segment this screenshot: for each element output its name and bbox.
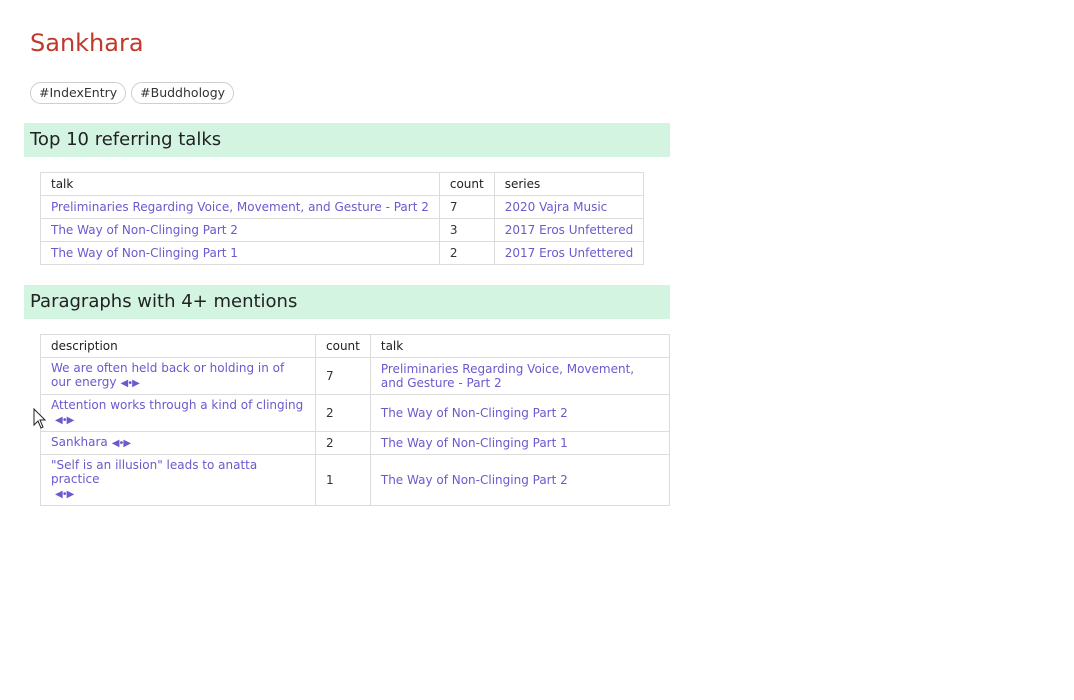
table-row: We are often held back or holding in of … (40, 357, 671, 395)
column-header-description[interactable]: description (40, 334, 316, 358)
series-link[interactable]: 2020 Vajra Music (505, 200, 608, 214)
tag-buddhology[interactable]: #Buddhology (131, 82, 235, 104)
table-header-row: description count talk (40, 334, 671, 358)
table-header-row: talk count series (40, 172, 645, 196)
paragraph-nav-icon[interactable]: ◀•▶ (55, 415, 74, 426)
table-row: The Way of Non-Clinging Part 2 3 2017 Er… (40, 218, 645, 242)
paragraph-link[interactable]: "Self is an illusion" leads to anatta pr… (51, 458, 257, 486)
paragraph-nav-icon[interactable]: ◀•▶ (121, 378, 140, 389)
talk-link[interactable]: The Way of Non-Clinging Part 1 (51, 246, 238, 260)
talk-link[interactable]: The Way of Non-Clinging Part 1 (381, 436, 568, 450)
page: Sankhara #IndexEntry #Buddhology Top 10 … (24, 0, 671, 506)
mouse-cursor-icon (33, 408, 47, 429)
paragraph-link[interactable]: Sankhara (51, 435, 108, 449)
talk-link[interactable]: The Way of Non-Clinging Part 2 (51, 223, 238, 237)
table-row: Preliminaries Regarding Voice, Movement,… (40, 195, 645, 219)
talk-link[interactable]: The Way of Non-Clinging Part 2 (381, 473, 568, 487)
count-cell: 2 (438, 241, 495, 265)
series-link[interactable]: 2017 Eros Unfettered (505, 246, 633, 260)
paragraph-nav-icon[interactable]: ◀•▶ (55, 489, 74, 500)
column-header-talk[interactable]: talk (369, 334, 671, 358)
tag-list: #IndexEntry #Buddhology (24, 82, 670, 104)
table-row: Sankhara ◀•▶ 2 The Way of Non-Clinging Pa… (40, 431, 671, 455)
column-header-series[interactable]: series (493, 172, 645, 196)
table-row: The Way of Non-Clinging Part 1 2 2017 Er… (40, 241, 645, 265)
count-cell: 1 (315, 454, 371, 506)
count-cell: 2 (315, 394, 371, 432)
count-cell: 7 (438, 195, 495, 219)
column-header-count[interactable]: count (315, 334, 371, 358)
section-header-paragraphs: Paragraphs with 4+ mentions (24, 285, 670, 319)
column-header-count[interactable]: count (438, 172, 495, 196)
count-cell: 2 (315, 431, 371, 455)
count-cell: 3 (438, 218, 495, 242)
count-cell: 7 (315, 357, 371, 395)
talk-link[interactable]: Preliminaries Regarding Voice, Movement,… (381, 362, 634, 390)
paragraph-nav-icon[interactable]: ◀•▶ (112, 438, 131, 449)
table-row: "Self is an illusion" leads to anatta pr… (40, 454, 671, 506)
talk-link[interactable]: The Way of Non-Clinging Part 2 (381, 406, 568, 420)
table-row: Attention works through a kind of clingi… (40, 394, 671, 432)
tag-index-entry[interactable]: #IndexEntry (30, 82, 127, 104)
column-header-talk[interactable]: talk (40, 172, 440, 196)
section-header-top-talks: Top 10 referring talks (24, 123, 670, 157)
page-title: Sankhara (30, 29, 144, 57)
series-link[interactable]: 2017 Eros Unfettered (505, 223, 633, 237)
talk-link[interactable]: Preliminaries Regarding Voice, Movement,… (51, 200, 429, 214)
paragraph-link[interactable]: Attention works through a kind of clingi… (51, 398, 303, 412)
top-talks-table: talk count series Preliminaries Regardin… (40, 172, 645, 265)
paragraph-link[interactable]: We are often held back or holding in of … (51, 361, 284, 389)
paragraphs-table: description count talk We are often held… (40, 334, 671, 506)
